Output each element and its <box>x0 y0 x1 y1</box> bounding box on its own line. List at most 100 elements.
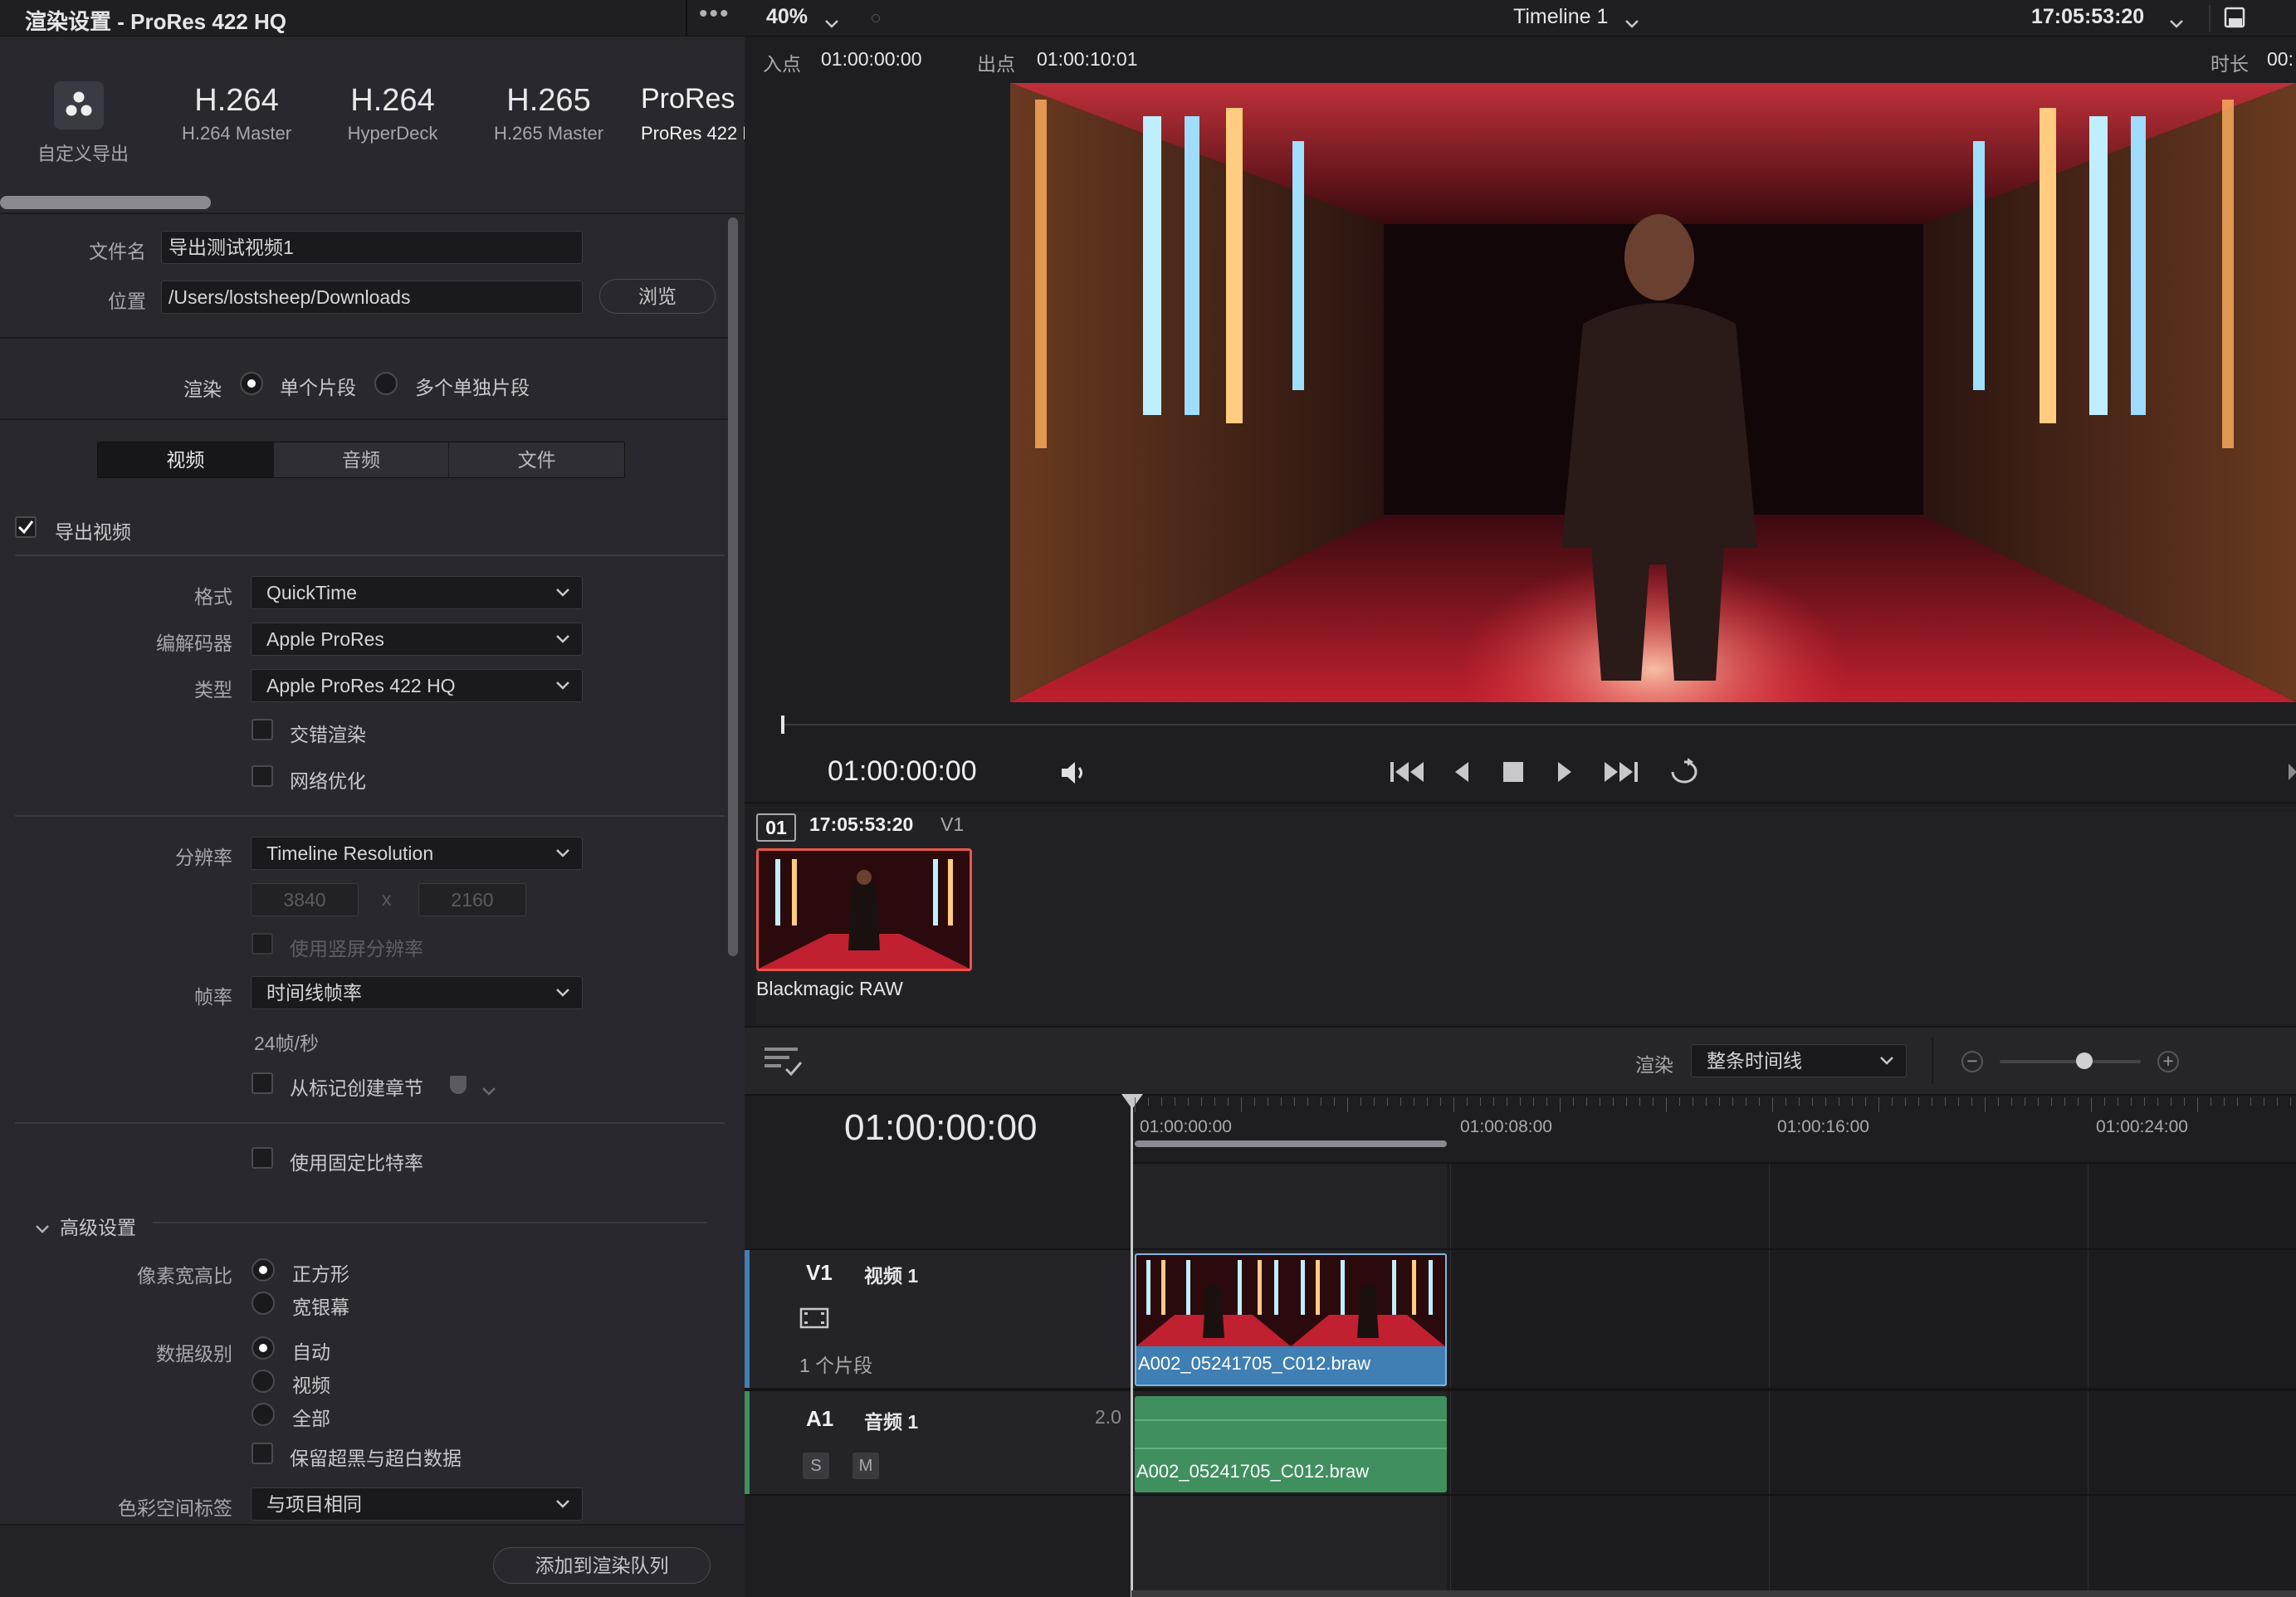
zoom-out-icon[interactable]: − <box>1961 1051 1983 1072</box>
codec-select[interactable]: Apple ProRes <box>251 623 583 656</box>
colorspace-tag-select[interactable]: 与项目相同 <box>251 1487 583 1521</box>
ruler-tick <box>2277 1097 2278 1106</box>
ruler-tick <box>1759 1097 1760 1106</box>
pixel-aspect-square-radio[interactable] <box>252 1258 275 1282</box>
add-to-render-queue-button[interactable]: 添加到渲染队列 <box>493 1547 711 1584</box>
preset-scrollbar[interactable] <box>0 196 211 209</box>
next-panel-icon[interactable] <box>2287 759 2296 785</box>
resolution-width-input: 3840 <box>251 883 359 916</box>
preset-codec: H.265 <box>506 83 591 118</box>
out-point-value[interactable]: 01:00:10:01 <box>1037 48 1138 71</box>
advanced-settings-title[interactable]: 高级设置 <box>60 1212 136 1240</box>
preset-h265-master[interactable]: H.265 H.265 Master <box>482 83 615 144</box>
clip-thumbnail[interactable] <box>756 848 972 971</box>
ruler-tick <box>2184 1097 2185 1106</box>
chevron-down-icon <box>1879 1045 1893 1077</box>
hq-monitor-icon[interactable] <box>2209 5 2245 38</box>
tab-file[interactable]: 文件 <box>449 442 624 477</box>
playhead-marker-icon[interactable] <box>1121 1094 1143 1109</box>
export-video-checkbox[interactable] <box>15 516 37 538</box>
preset-prores-422-hq[interactable]: ProRes ProRes 422 HQ <box>641 83 745 144</box>
zoom-slider-track[interactable] <box>2000 1060 2141 1063</box>
network-optimize-checkbox[interactable] <box>252 765 273 787</box>
loop-icon[interactable] <box>1666 757 1702 787</box>
ruler-tick <box>1573 1097 1574 1106</box>
location-input[interactable]: /Users/lostsheep/Downloads <box>161 281 583 314</box>
framerate-select[interactable]: 时间线帧率 <box>251 976 583 1009</box>
ruler-tick <box>1918 1097 1919 1106</box>
audio-track-name[interactable]: 音频 1 <box>864 1406 918 1434</box>
more-options-icon[interactable]: ••• <box>699 0 730 28</box>
marker-color-icon[interactable] <box>450 1076 467 1094</box>
audio-clip[interactable]: A002_05241705_C012.braw <box>1135 1396 1447 1492</box>
video-clip[interactable]: A002_05241705_C012.braw <box>1135 1253 1447 1386</box>
multiple-clips-radio[interactable] <box>374 372 398 395</box>
browse-button[interactable]: 浏览 <box>599 279 716 314</box>
ruler-tick <box>1878 1097 1879 1112</box>
ruler-tick <box>1188 1097 1189 1106</box>
volume-icon[interactable] <box>1058 759 1090 787</box>
ruler-tick <box>1613 1097 1614 1106</box>
ruler-label: 01:00:24:00 <box>2096 1117 2188 1136</box>
film-strip-icon[interactable] <box>799 1306 829 1335</box>
chevron-down-icon[interactable] <box>2169 12 2184 34</box>
solo-button[interactable]: S <box>803 1453 829 1479</box>
timeline-name[interactable]: Timeline 1 <box>1513 5 1608 29</box>
interlace-label: 交错渲染 <box>290 724 366 745</box>
viewer-header: 40% Timeline 1 17:05:53:20 <box>745 0 2296 37</box>
interlace-checkbox[interactable] <box>252 719 273 740</box>
render-range-select[interactable]: 整条时间线 <box>1691 1044 1907 1077</box>
ruler-tick <box>1653 1097 1654 1106</box>
pixel-aspect-cinemascope-label: 宽银幕 <box>292 1297 349 1318</box>
zoom-in-icon[interactable]: + <box>2157 1051 2179 1072</box>
constant-bitrate-checkbox[interactable] <box>252 1147 273 1169</box>
mute-button[interactable]: M <box>852 1453 879 1479</box>
retain-sub-black-checkbox[interactable] <box>252 1443 273 1464</box>
step-back-icon[interactable] <box>1450 759 1473 785</box>
tab-audio[interactable]: 音频 <box>274 442 450 477</box>
ruler-tick <box>1214 1097 1215 1106</box>
chapters-from-markers-checkbox[interactable] <box>252 1072 273 1094</box>
scrubber-playhead[interactable] <box>781 715 784 734</box>
audio-level-line <box>1135 1419 1447 1421</box>
go-to-start-icon[interactable] <box>1389 759 1425 785</box>
timeline-scrollbar[interactable] <box>1131 1590 2296 1597</box>
data-levels-auto-radio[interactable] <box>252 1336 275 1360</box>
timeline-options-icon[interactable] <box>763 1044 803 1082</box>
ruler-tick <box>1427 1097 1428 1106</box>
colorspace-tag-label: 色彩空间标签 <box>118 1497 232 1519</box>
preset-h264-master[interactable]: H.264 H.264 Master <box>170 83 303 144</box>
ruler-tick <box>1201 1097 1202 1106</box>
in-point-label: 入点 <box>763 53 801 75</box>
chevron-down-icon[interactable] <box>824 12 839 34</box>
type-select[interactable]: Apple ProRes 422 HQ <box>251 669 583 702</box>
ruler-label: 01:00:00:00 <box>1140 1117 1232 1136</box>
resolution-select[interactable]: Timeline Resolution <box>251 837 583 870</box>
chevron-down-icon[interactable] <box>481 1079 496 1101</box>
preset-hyperdeck[interactable]: H.264 HyperDeck <box>326 83 459 144</box>
chevron-down-icon[interactable] <box>1624 12 1639 34</box>
data-levels-full-radio[interactable] <box>252 1403 275 1426</box>
pixel-aspect-cinemascope-radio[interactable] <box>252 1292 275 1315</box>
video-track-name[interactable]: 视频 1 <box>864 1260 918 1288</box>
stop-icon[interactable] <box>1502 760 1525 784</box>
timeline-playhead[interactable] <box>1131 1097 1133 1597</box>
play-icon[interactable] <box>1553 759 1576 785</box>
data-levels-video-radio[interactable] <box>252 1370 275 1393</box>
render-range-bar[interactable] <box>1135 1140 1447 1147</box>
settings-scrollbar[interactable] <box>728 217 738 956</box>
preset-codec: H.264 <box>194 83 279 118</box>
tab-video[interactable]: 视频 <box>98 442 274 477</box>
chevron-down-icon[interactable] <box>35 1217 50 1239</box>
filename-input[interactable]: 导出测试视频1 <box>161 231 583 264</box>
chevron-down-icon <box>555 838 569 869</box>
single-clip-radio[interactable] <box>240 372 263 395</box>
format-select[interactable]: QuickTime <box>251 576 583 609</box>
zoom-level[interactable]: 40% <box>766 5 808 29</box>
zoom-slider-handle[interactable] <box>2076 1052 2093 1069</box>
ruler-tick <box>2051 1097 2052 1106</box>
scrubber-track[interactable] <box>781 724 2296 725</box>
video-viewer[interactable] <box>1010 83 2296 702</box>
in-point-value[interactable]: 01:00:00:00 <box>821 48 922 71</box>
go-to-end-icon[interactable] <box>1603 759 1639 785</box>
